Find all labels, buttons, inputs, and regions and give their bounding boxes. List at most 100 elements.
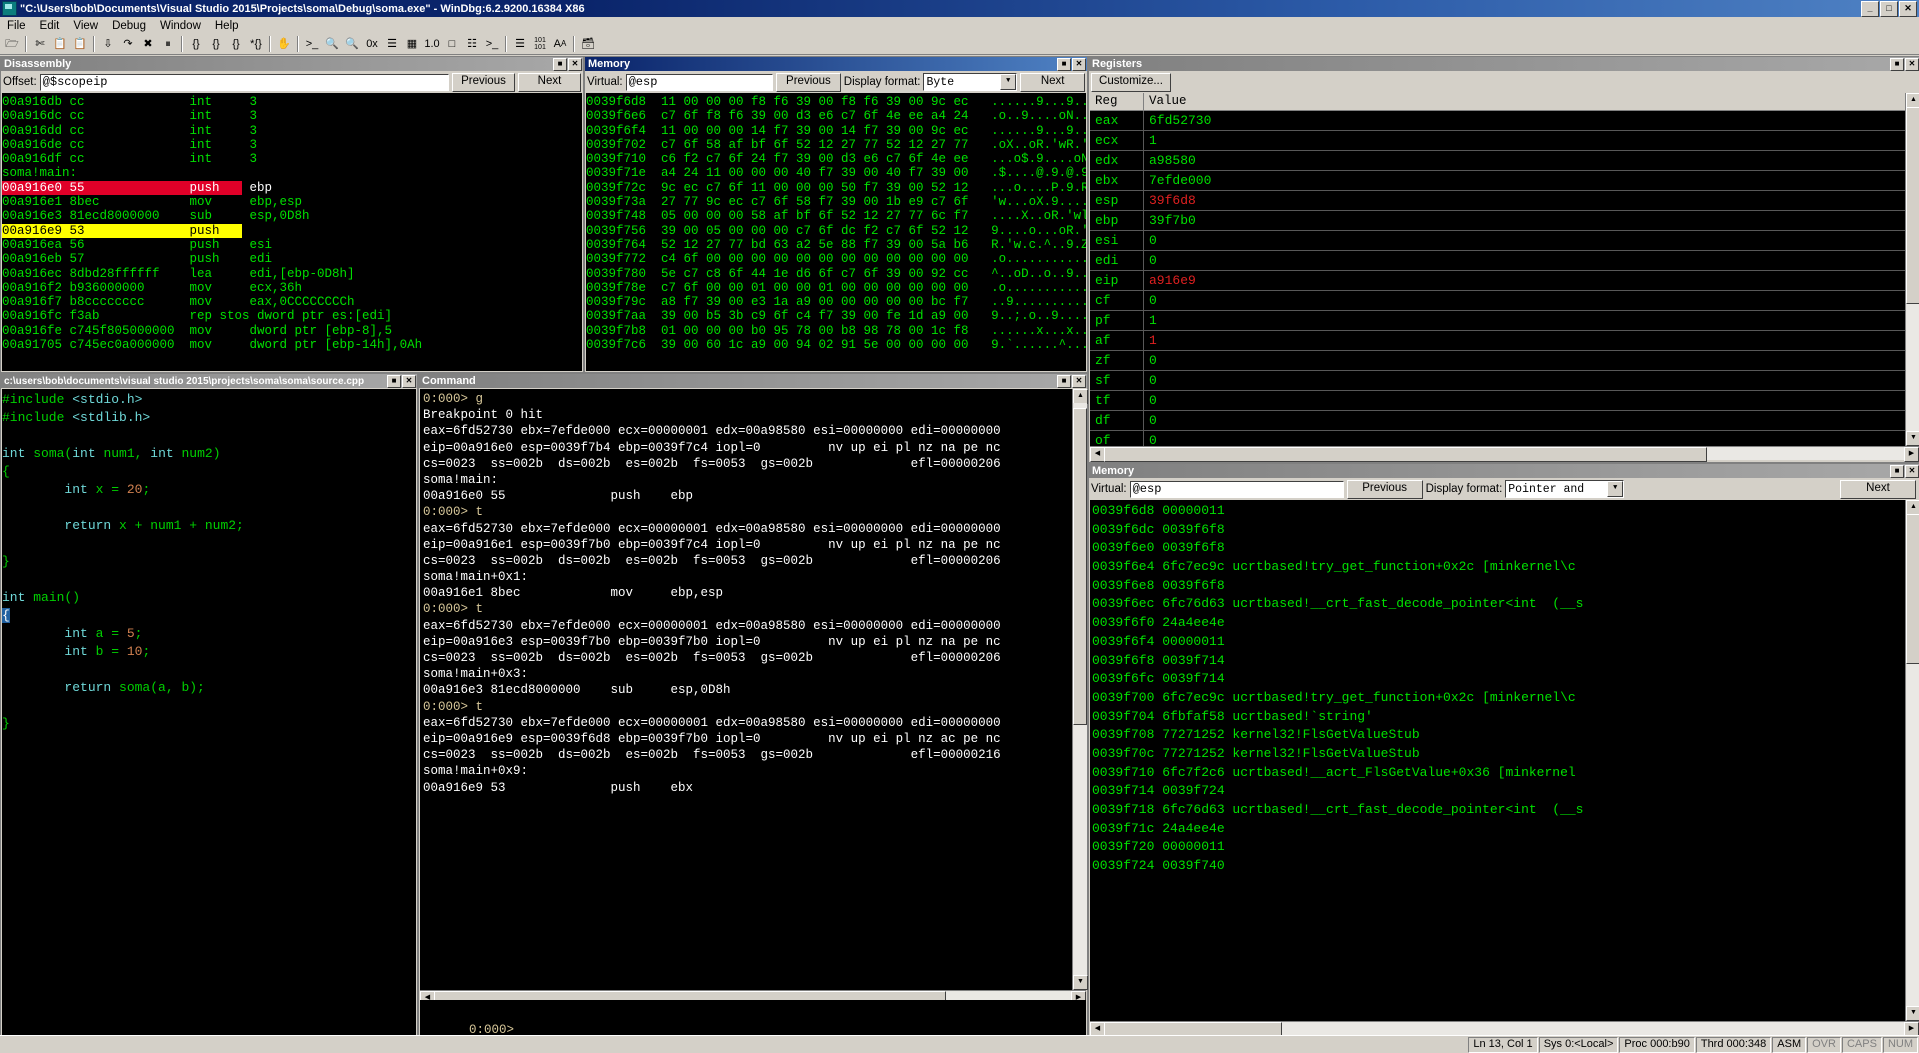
memory-row[interactable]: 0039f6d8 11 00 00 00 f8 f6 39 00 f8 f6 3… bbox=[586, 95, 1086, 109]
command-line[interactable]: 0:000> g bbox=[423, 391, 1072, 407]
memory-row[interactable]: 0039f71e a4 24 11 00 00 00 40 f7 39 00 4… bbox=[586, 166, 1086, 180]
disassembly-line[interactable]: 00a916eb 57 push edi bbox=[2, 252, 582, 266]
registers-row[interactable]: sf0 bbox=[1090, 371, 1919, 391]
registers-column-reg[interactable]: Reg bbox=[1090, 93, 1144, 110]
source-line[interactable]: int b = 10; bbox=[2, 643, 416, 661]
registers-row[interactable]: df0 bbox=[1090, 411, 1919, 431]
command-window-icon[interactable]: >_ bbox=[302, 35, 322, 53]
command-line[interactable]: eax=6fd52730 ebx=7efde000 ecx=00000001 e… bbox=[423, 521, 1072, 537]
disassembly-line[interactable]: 00a916fe c745f805000000 mov dword ptr [e… bbox=[2, 324, 582, 338]
memory-top-previous-button[interactable]: Previous bbox=[776, 73, 841, 92]
memory-bottom-hscrollbar[interactable]: ◀ ▶ bbox=[1090, 1021, 1919, 1036]
memory-row[interactable]: 0039f704 6fbfaf58 ucrtbased!`string' bbox=[1092, 708, 1905, 727]
registers-restore-button[interactable]: ■ bbox=[1890, 58, 1904, 71]
source-line[interactable]: { bbox=[2, 607, 416, 625]
registers-row[interactable]: ebx7efde000 bbox=[1090, 171, 1919, 191]
disassembly-line[interactable]: 00a916dc cc int 3 bbox=[2, 109, 582, 123]
disassembly-line[interactable]: 00a916ea 56 push esi bbox=[2, 238, 582, 252]
registers-column-value[interactable]: Value bbox=[1144, 93, 1919, 110]
menu-item-file[interactable]: File bbox=[0, 19, 33, 33]
disassembly-line[interactable]: 00a916f2 b936000000 mov ecx,36h bbox=[2, 281, 582, 295]
memory-row[interactable]: 0039f6fc 0039f714 bbox=[1092, 670, 1905, 689]
source-line[interactable] bbox=[2, 571, 416, 589]
disassembly-line[interactable]: 00a916e9 53 push ebx bbox=[2, 224, 242, 238]
command-close-button[interactable]: ✕ bbox=[1072, 375, 1086, 388]
source-line[interactable]: #include <stdio.h> bbox=[2, 391, 416, 409]
memory-row[interactable]: 0039f724 0039f740 bbox=[1092, 857, 1905, 876]
command-output[interactable]: 0:000> gBreakpoint 0 hiteax=6fd52730 ebx… bbox=[420, 389, 1072, 990]
source-restore-button[interactable]: ■ bbox=[387, 375, 401, 388]
memory-bottom-virtual-input[interactable]: @esp bbox=[1130, 481, 1344, 498]
disassembly-line[interactable]: 00a91705 c745ec0a000000 mov dword ptr [e… bbox=[2, 338, 582, 352]
command-line[interactable]: eip=00a916e1 esp=0039f7b0 ebp=0039f7c4 i… bbox=[423, 537, 1072, 553]
command-line[interactable]: eax=6fd52730 ebx=7efde000 ecx=00000001 e… bbox=[423, 618, 1072, 634]
stop-debugging-icon[interactable]: *{} bbox=[246, 35, 266, 53]
menu-item-window[interactable]: Window bbox=[153, 19, 208, 33]
scroll-down-icon[interactable]: ▼ bbox=[1073, 975, 1088, 990]
registers-row[interactable]: edi0 bbox=[1090, 251, 1919, 271]
command-line[interactable]: soma!main+0x1: bbox=[423, 569, 1072, 585]
memory-bottom-previous-button[interactable]: Previous bbox=[1347, 480, 1423, 499]
disassembly-window-icon[interactable]: 1.0 bbox=[422, 35, 442, 53]
memory-row[interactable]: 0039f6e6 c7 6f f8 f6 39 00 d3 e6 c7 6f 4… bbox=[586, 109, 1086, 123]
registers-hscrollbar[interactable]: ◀ ▶ bbox=[1090, 446, 1919, 461]
registers-close-button[interactable]: ✕ bbox=[1905, 58, 1919, 71]
memory-row[interactable]: 0039f748 05 00 00 00 58 af bf 6f 52 12 2… bbox=[586, 209, 1086, 223]
command-restore-button[interactable]: ■ bbox=[1057, 375, 1071, 388]
source-window-icon[interactable]: >_ bbox=[482, 35, 502, 53]
calls-window-icon[interactable]: ▦ bbox=[402, 35, 422, 53]
memory-row[interactable]: 0039f710 c6 f2 c7 6f 24 f7 39 00 d3 e6 c… bbox=[586, 152, 1086, 166]
memory-row[interactable]: 0039f6ec 6fc76d63 ucrtbased!__crt_fast_d… bbox=[1092, 595, 1905, 614]
cut-icon[interactable]: ✄ bbox=[30, 35, 50, 53]
scroll-up-icon[interactable]: ▲ bbox=[1906, 93, 1919, 108]
go-icon[interactable]: {} bbox=[206, 35, 226, 53]
close-button[interactable]: ✕ bbox=[1899, 1, 1917, 17]
source-line[interactable]: return soma(a, b); bbox=[2, 679, 416, 697]
memory-row[interactable]: 0039f720 00000011 bbox=[1092, 838, 1905, 857]
offset-input[interactable]: @$scopeip bbox=[40, 74, 449, 91]
memory-row[interactable]: 0039f702 c7 6f 58 af bf 6f 52 12 27 77 5… bbox=[586, 138, 1086, 152]
memory-bottom-vscroll-thumb[interactable] bbox=[1906, 514, 1919, 664]
memory-row[interactable]: 0039f73a 27 77 9c ec c7 6f 58 f7 39 00 1… bbox=[586, 195, 1086, 209]
disassembly-line[interactable]: soma!main: bbox=[2, 166, 582, 180]
memory-top-format-select[interactable]: Byte ▼ bbox=[923, 73, 1017, 91]
memory-bottom-vscrollbar[interactable]: ▲ ▼ bbox=[1905, 500, 1919, 1021]
memory-row[interactable]: 0039f7c6 39 00 60 1c a9 00 94 02 91 5e 0… bbox=[586, 338, 1086, 352]
command-line[interactable]: soma!main+0x9: bbox=[423, 763, 1072, 779]
registers-row[interactable]: eax6fd52730 bbox=[1090, 111, 1919, 131]
command-line[interactable]: cs=0023 ss=002b ds=002b es=002b fs=0053 … bbox=[423, 553, 1072, 569]
memory-row[interactable]: 0039f700 6fc7ec9c ucrtbased!try_get_func… bbox=[1092, 689, 1905, 708]
registers-row[interactable]: cf0 bbox=[1090, 291, 1919, 311]
disassembly-line[interactable]: 00a916ec 8dbd28ffffff lea edi,[ebp-0D8h] bbox=[2, 267, 582, 281]
chevron-down-icon[interactable]: ▼ bbox=[1607, 481, 1623, 497]
command-line[interactable]: cs=0023 ss=002b ds=002b es=002b fs=0053 … bbox=[423, 747, 1072, 763]
source-line[interactable]: int main() bbox=[2, 589, 416, 607]
source-line[interactable] bbox=[2, 427, 416, 445]
memory-row[interactable]: 0039f72c 9c ec c7 6f 11 00 00 00 50 f7 3… bbox=[586, 181, 1086, 195]
source-close-button[interactable]: ✕ bbox=[402, 375, 416, 388]
memory-window-icon[interactable]: ☰ bbox=[382, 35, 402, 53]
command-line[interactable]: 0:000> t bbox=[423, 504, 1072, 520]
memory-row[interactable]: 0039f6f4 00000011 bbox=[1092, 633, 1905, 652]
memory-bottom-next-button[interactable]: Next bbox=[1840, 480, 1916, 499]
chevron-down-icon[interactable]: ▼ bbox=[1000, 74, 1016, 90]
memory-top-restore-button[interactable]: ■ bbox=[1057, 58, 1071, 71]
command-line[interactable]: eax=6fd52730 ebx=7efde000 ecx=00000001 e… bbox=[423, 423, 1072, 439]
paste-icon[interactable]: 📋 bbox=[70, 35, 90, 53]
source-line[interactable]: } bbox=[2, 553, 416, 571]
memory-bottom-format-select[interactable]: Pointer and ▼ bbox=[1505, 480, 1624, 498]
registers-vscrollbar[interactable]: ▲ ▼ bbox=[1905, 93, 1919, 446]
memory-row[interactable]: 0039f6dc 0039f6f8 bbox=[1092, 521, 1905, 540]
source-line[interactable]: int a = 5; bbox=[2, 625, 416, 643]
scroll-left-icon[interactable]: ◀ bbox=[1090, 447, 1105, 462]
disassembly-line[interactable]: 00a916dd cc int 3 bbox=[2, 124, 582, 138]
run-to-cursor-icon[interactable]: ⏸ bbox=[158, 35, 178, 53]
command-line[interactable]: eip=00a916e9 esp=0039f6d8 ebp=0039f7b0 i… bbox=[423, 731, 1072, 747]
options-icon[interactable]: 🗃 bbox=[578, 35, 598, 53]
disassembly-line[interactable]: 00a916f7 b8cccccccc mov eax,0CCCCCCCCh bbox=[2, 295, 582, 309]
menu-item-edit[interactable]: Edit bbox=[33, 19, 67, 33]
font-icon[interactable]: AA bbox=[550, 35, 570, 53]
source-line[interactable] bbox=[2, 661, 416, 679]
registers-customize-button[interactable]: Customize... bbox=[1091, 73, 1171, 92]
disassembly-line[interactable]: 00a916e0 55 push ebp bbox=[2, 181, 242, 195]
